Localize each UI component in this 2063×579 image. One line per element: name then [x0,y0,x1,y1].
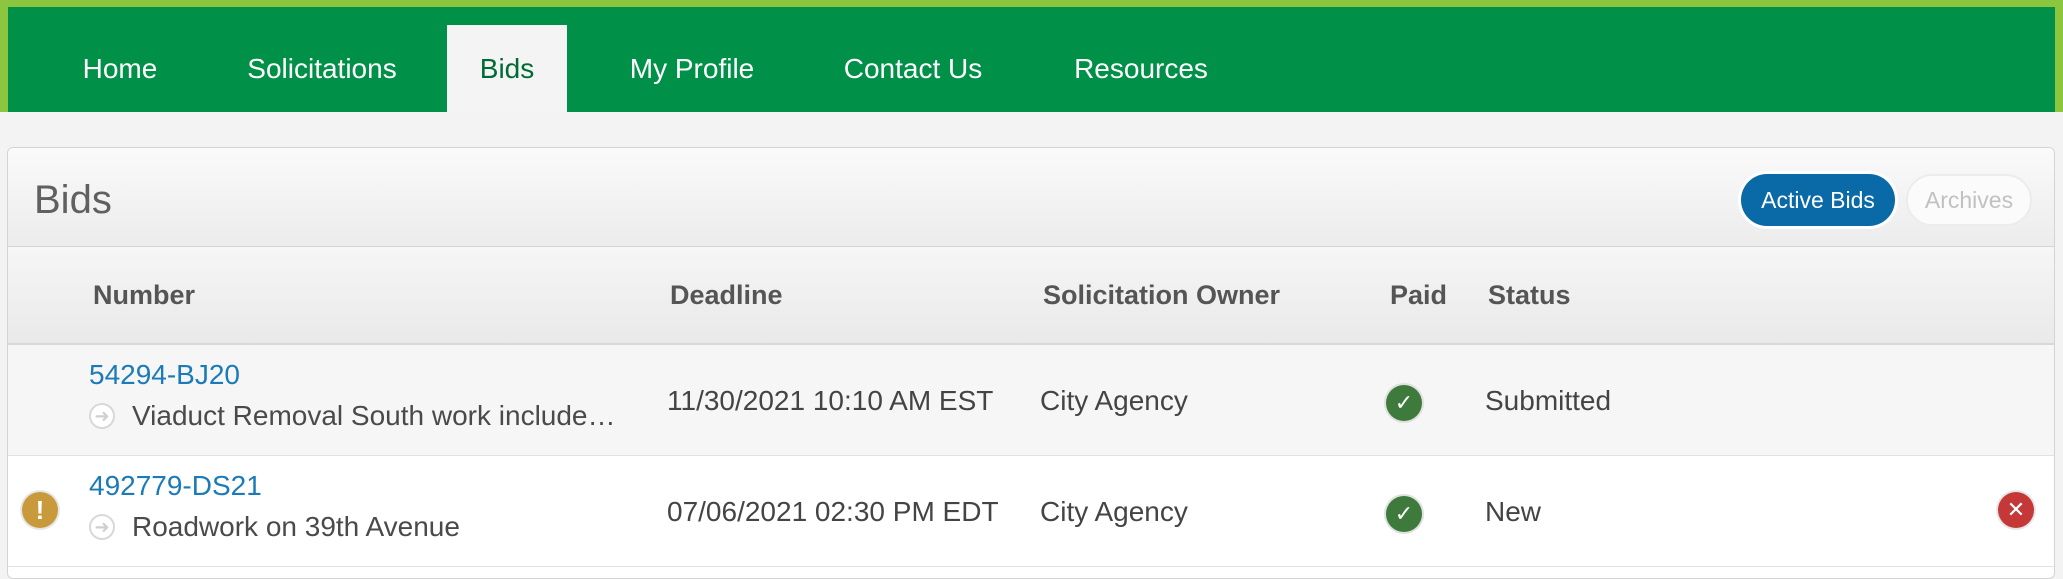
panel-header: Bids Active Bids Archives [8,148,2054,247]
nav-item-solicitations[interactable]: Solicitations [230,25,414,112]
bid-number-link[interactable]: 492779-DS21 [89,470,262,502]
table-header: Number Deadline Solicitation Owner Paid … [8,247,2054,345]
table-row[interactable]: 54294-BJ20 ➜ Viaduct Removal South work … [8,345,2054,456]
bids-panel: Bids Active Bids Archives Number Deadlin… [7,147,2055,579]
column-header-solicitation-owner[interactable]: Solicitation Owner [1043,247,1280,343]
check-circle-icon: ✓ [1386,385,1422,421]
bid-deadline: 11/30/2021 10:10 AM EST [667,385,994,416]
close-circle-icon[interactable]: ✕ [1998,492,2034,528]
bid-description: Roadwork on 39th Avenue [132,511,460,542]
nav-background: Home Solicitations Bids My Profile Conta… [8,7,2055,112]
panel-title: Bids [34,178,112,222]
nav-item-my-profile[interactable]: My Profile [612,25,772,112]
column-header-status[interactable]: Status [1488,247,1571,343]
bid-status: Submitted [1485,385,1612,416]
bid-description: Viaduct Removal South work include… [132,400,616,431]
nav-item-resources[interactable]: Resources [1056,25,1226,112]
active-bids-button[interactable]: Active Bids [1741,174,1895,226]
bid-owner: City Agency [1040,496,1188,527]
archives-button[interactable]: Archives [1906,174,2032,226]
top-navigation-bar: Home Solicitations Bids My Profile Conta… [0,0,2063,112]
bid-number-link[interactable]: 54294-BJ20 [89,359,240,391]
bid-status: New [1485,496,1542,527]
bid-deadline: 07/06/2021 02:30 PM EDT [667,496,999,527]
check-circle-icon: ✓ [1386,496,1422,532]
exclamation-circle-icon: ! [22,492,58,528]
bid-owner: City Agency [1040,385,1188,416]
arrow-right-icon: ➜ [89,514,115,540]
column-header-deadline[interactable]: Deadline [670,247,783,343]
nav-item-bids[interactable]: Bids [447,25,567,112]
column-header-paid[interactable]: Paid [1390,247,1447,343]
nav-item-home[interactable]: Home [60,25,180,112]
nav-item-contact-us[interactable]: Contact Us [818,25,1008,112]
arrow-right-icon: ➜ [89,403,115,429]
column-header-number[interactable]: Number [93,247,195,343]
table-row[interactable]: ! 492779-DS21 ➜ Roadwork on 39th Avenue … [8,456,2054,567]
